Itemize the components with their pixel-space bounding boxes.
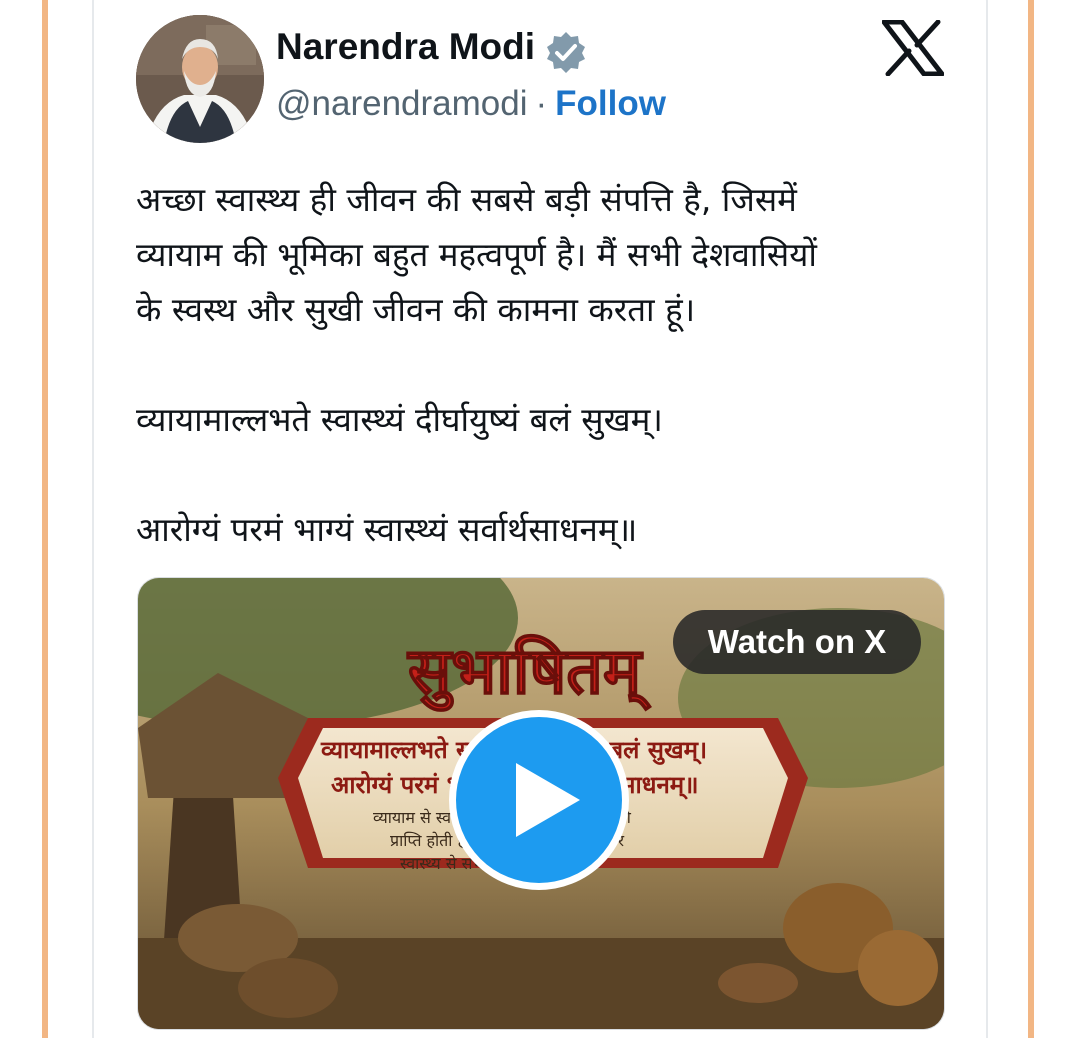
tweet-line: अच्छा स्वास्थ्य ही जीवन की सबसे बड़ी संप… — [136, 180, 797, 219]
x-logo-icon[interactable] — [881, 19, 945, 77]
avatar[interactable] — [136, 15, 264, 143]
thumb-title: सुभाषितम् — [407, 634, 651, 712]
tweet-line: के स्वस्थ और सुखी जीवन की कामना करता हूं… — [136, 290, 696, 329]
verified-badge-icon — [544, 30, 588, 74]
shloka-line-2: आरोग्यं परमं भाग्यं स्वास्थ्यं सर्वार्थस… — [136, 510, 638, 549]
tweet-line: व्यायाम की भूमिका बहुत महत्वपूर्ण है। मै… — [136, 235, 817, 274]
watch-on-x-button[interactable]: Watch on X — [673, 610, 921, 674]
separator-dot: · — [535, 84, 548, 123]
right-decorative-border — [1028, 0, 1034, 1038]
shloka-line-1: व्यायामाल्लभते स्वास्थ्यं दीर्घायुष्यं ब… — [136, 400, 663, 439]
left-decorative-border — [42, 0, 48, 1038]
author-name[interactable]: Narendra Modi — [276, 26, 535, 68]
play-button[interactable] — [449, 710, 629, 890]
follow-button[interactable]: Follow — [555, 84, 666, 123]
tweet-text: अच्छा स्वास्थ्य ही जीवन की सबसे बड़ी संप… — [136, 172, 956, 557]
play-icon — [516, 763, 580, 837]
author-handle[interactable]: @narendramodi — [276, 84, 528, 123]
page: Narendra Modi @narendramodi · Follow अच्छा… — [0, 0, 1076, 1038]
handle-line: @narendramodi · Follow — [276, 84, 666, 124]
